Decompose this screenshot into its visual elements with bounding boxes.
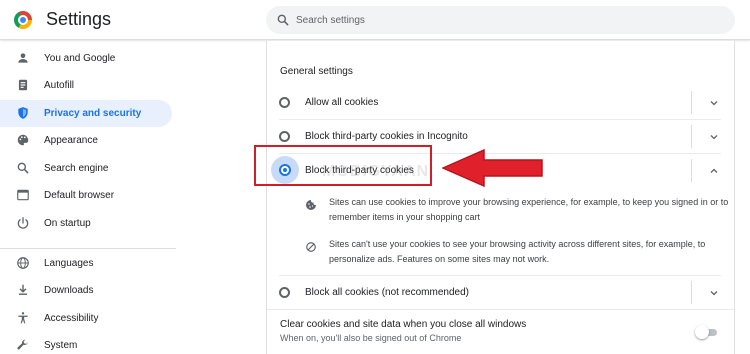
toggle-subtitle: When on, you'll also be signed out of Ch… xyxy=(280,333,462,343)
autofill-icon xyxy=(18,79,28,91)
sidebar-item-label: System xyxy=(44,340,78,351)
sidebar-item-downloads[interactable]: Downloads xyxy=(0,277,172,304)
option-allow-all-cookies[interactable]: Allow all cookies xyxy=(267,86,734,119)
sidebar-item-label: Appearance xyxy=(44,135,98,146)
sidebar-item-label: Search engine xyxy=(44,163,109,174)
toggle-title: Clear cookies and site data when you clo… xyxy=(280,319,527,330)
search-icon xyxy=(277,14,289,26)
radio-button[interactable] xyxy=(279,131,290,142)
wrench-icon xyxy=(17,339,28,350)
option-label: Block third-party cookies in Incognito xyxy=(305,131,468,142)
chevron-down-icon[interactable] xyxy=(708,97,720,109)
download-icon xyxy=(18,284,28,295)
sidebar-item-label: You and Google xyxy=(44,53,116,64)
sidebar-item-autofill[interactable]: Autofill xyxy=(0,72,172,99)
browser-icon xyxy=(17,189,29,201)
sidebar-item-label: Privacy and security xyxy=(44,108,142,119)
palette-icon xyxy=(17,134,29,146)
sidebar-item-privacy-and-security[interactable]: Privacy and security xyxy=(0,100,172,127)
toggle-knob[interactable] xyxy=(695,325,709,339)
block-icon xyxy=(306,242,316,252)
divider xyxy=(691,125,692,148)
person-icon xyxy=(18,53,28,63)
chevron-up-icon[interactable] xyxy=(708,165,720,177)
sidebar-divider xyxy=(0,248,176,249)
chrome-logo-icon xyxy=(14,11,32,29)
sidebar-item-label: Downloads xyxy=(44,285,94,296)
cookies-settings-card: General settings Allow all cookies Block… xyxy=(266,41,735,354)
search-input[interactable] xyxy=(296,6,716,34)
annotation-arrow-icon xyxy=(442,148,543,188)
cookie-icon xyxy=(306,200,316,210)
clear-on-exit-row[interactable]: Clear cookies and site data when you clo… xyxy=(267,309,734,354)
sidebar-item-you-and-google[interactable]: You and Google xyxy=(0,45,172,72)
sidebar-item-label: Autofill xyxy=(44,80,75,91)
search-icon xyxy=(17,162,29,174)
power-icon xyxy=(17,217,29,229)
option-label: Allow all cookies xyxy=(305,97,379,108)
page-title: Settings xyxy=(46,9,112,29)
option-block-all-cookies[interactable]: Block all cookies (not recommended) xyxy=(267,276,734,309)
accessibility-icon xyxy=(18,312,28,324)
detail-text: Sites can't use your cookies to see your… xyxy=(329,239,706,264)
sidebar-item-label: Accessibility xyxy=(44,313,99,324)
section-title: General settings xyxy=(280,66,353,77)
app-header: Settings xyxy=(0,0,750,40)
chevron-down-icon[interactable] xyxy=(708,131,720,143)
chevron-down-icon[interactable] xyxy=(708,287,720,299)
sidebar-item-label: On startup xyxy=(44,218,91,229)
divider xyxy=(691,159,692,182)
sidebar-item-label: Languages xyxy=(44,258,94,269)
radio-button[interactable] xyxy=(279,287,290,298)
sidebar-item-system[interactable]: System xyxy=(0,332,172,354)
annotation-highlight-box xyxy=(254,145,432,186)
sidebar: You and Google Autofill Privacy and secu… xyxy=(0,41,180,354)
sidebar-item-appearance[interactable]: Appearance xyxy=(0,127,172,154)
shield-icon xyxy=(18,107,28,119)
option-label: Block all cookies (not recommended) xyxy=(305,287,469,298)
detail-text: Sites can use cookies to improve your br… xyxy=(329,197,729,222)
divider xyxy=(691,281,692,304)
globe-icon xyxy=(17,257,29,269)
sidebar-item-on-startup[interactable]: On startup xyxy=(0,210,172,237)
sidebar-item-default-browser[interactable]: Default browser xyxy=(0,182,172,209)
sidebar-item-accessibility[interactable]: Accessibility xyxy=(0,305,172,332)
search-bar[interactable] xyxy=(266,6,735,34)
radio-button[interactable] xyxy=(279,97,290,108)
sidebar-item-label: Default browser xyxy=(44,190,115,201)
divider xyxy=(691,91,692,114)
sidebar-item-search-engine[interactable]: Search engine xyxy=(0,155,172,182)
sidebar-item-languages[interactable]: Languages xyxy=(0,250,172,277)
